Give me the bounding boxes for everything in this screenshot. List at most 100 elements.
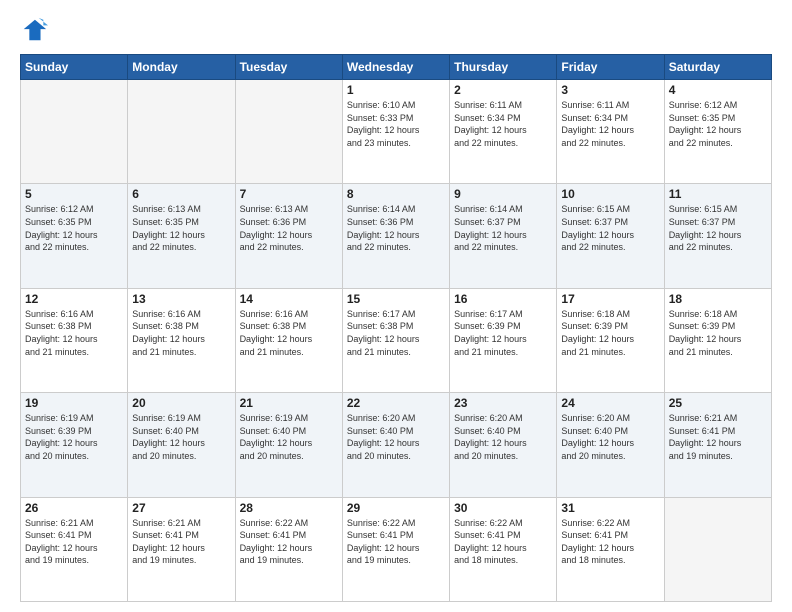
calendar-cell: 7 Sunrise: 6:13 AM Sunset: 6:36 PM Daylig… [235,184,342,288]
day-info: Sunrise: 6:19 AM Sunset: 6:40 PM Dayligh… [240,412,338,462]
calendar-cell: 29 Sunrise: 6:22 AM Sunset: 6:41 PM Dayli… [342,497,449,601]
day-info: Sunrise: 6:20 AM Sunset: 6:40 PM Dayligh… [347,412,445,462]
day-info: Sunrise: 6:22 AM Sunset: 6:41 PM Dayligh… [454,517,552,567]
calendar-cell [664,497,771,601]
day-number: 21 [240,396,338,410]
day-info: Sunrise: 6:19 AM Sunset: 6:40 PM Dayligh… [132,412,230,462]
logo-icon [20,16,48,44]
day-info: Sunrise: 6:21 AM Sunset: 6:41 PM Dayligh… [669,412,767,462]
day-info: Sunrise: 6:14 AM Sunset: 6:37 PM Dayligh… [454,203,552,253]
calendar-cell: 10 Sunrise: 6:15 AM Sunset: 6:37 PM Dayli… [557,184,664,288]
weekday-header-row: SundayMondayTuesdayWednesdayThursdayFrid… [21,55,772,80]
day-info: Sunrise: 6:12 AM Sunset: 6:35 PM Dayligh… [25,203,123,253]
week-row-3: 12 Sunrise: 6:16 AM Sunset: 6:38 PM Dayli… [21,288,772,392]
calendar-cell: 5 Sunrise: 6:12 AM Sunset: 6:35 PM Daylig… [21,184,128,288]
calendar-table: SundayMondayTuesdayWednesdayThursdayFrid… [20,54,772,602]
calendar-cell: 15 Sunrise: 6:17 AM Sunset: 6:38 PM Dayli… [342,288,449,392]
weekday-header-wednesday: Wednesday [342,55,449,80]
header [20,16,772,44]
day-number: 7 [240,187,338,201]
week-row-5: 26Sunrise: 6:21 AM Sunset: 6:41 PM Dayli… [21,497,772,601]
day-info: Sunrise: 6:14 AM Sunset: 6:36 PM Dayligh… [347,203,445,253]
day-info: Sunrise: 6:19 AM Sunset: 6:39 PM Dayligh… [25,412,123,462]
logo [20,16,52,44]
day-number: 10 [561,187,659,201]
week-row-2: 5 Sunrise: 6:12 AM Sunset: 6:35 PM Daylig… [21,184,772,288]
day-info: Sunrise: 6:16 AM Sunset: 6:38 PM Dayligh… [132,308,230,358]
calendar-cell: 20 Sunrise: 6:19 AM Sunset: 6:40 PM Dayli… [128,393,235,497]
day-info: Sunrise: 6:21 AM Sunset: 6:41 PM Dayligh… [25,517,123,567]
day-number: 25 [669,396,767,410]
day-number: 20 [132,396,230,410]
calendar-cell: 28Sunrise: 6:22 AM Sunset: 6:41 PM Dayli… [235,497,342,601]
day-number: 9 [454,187,552,201]
day-info: Sunrise: 6:18 AM Sunset: 6:39 PM Dayligh… [561,308,659,358]
day-info: Sunrise: 6:20 AM Sunset: 6:40 PM Dayligh… [561,412,659,462]
day-info: Sunrise: 6:15 AM Sunset: 6:37 PM Dayligh… [561,203,659,253]
day-info: Sunrise: 6:11 AM Sunset: 6:34 PM Dayligh… [561,99,659,149]
calendar-cell: 23Sunrise: 6:20 AM Sunset: 6:40 PM Dayli… [450,393,557,497]
day-number: 16 [454,292,552,306]
calendar-cell: 31 Sunrise: 6:22 AM Sunset: 6:41 PM Dayli… [557,497,664,601]
day-number: 24 [561,396,659,410]
day-info: Sunrise: 6:17 AM Sunset: 6:38 PM Dayligh… [347,308,445,358]
day-number: 2 [454,83,552,97]
day-info: Sunrise: 6:12 AM Sunset: 6:35 PM Dayligh… [669,99,767,149]
calendar-cell: 24 Sunrise: 6:20 AM Sunset: 6:40 PM Dayli… [557,393,664,497]
calendar-cell: 16Sunrise: 6:17 AM Sunset: 6:39 PM Dayli… [450,288,557,392]
calendar-cell: 8 Sunrise: 6:14 AM Sunset: 6:36 PM Daylig… [342,184,449,288]
weekday-header-friday: Friday [557,55,664,80]
week-row-4: 19 Sunrise: 6:19 AM Sunset: 6:39 PM Dayli… [21,393,772,497]
calendar-cell: 21 Sunrise: 6:19 AM Sunset: 6:40 PM Dayli… [235,393,342,497]
day-number: 12 [25,292,123,306]
day-number: 8 [347,187,445,201]
calendar-cell [235,80,342,184]
calendar-cell [128,80,235,184]
day-info: Sunrise: 6:21 AM Sunset: 6:41 PM Dayligh… [132,517,230,567]
day-number: 1 [347,83,445,97]
day-info: Sunrise: 6:13 AM Sunset: 6:36 PM Dayligh… [240,203,338,253]
calendar-cell: 9 Sunrise: 6:14 AM Sunset: 6:37 PM Daylig… [450,184,557,288]
calendar-cell [21,80,128,184]
calendar-cell: 2 Sunrise: 6:11 AM Sunset: 6:34 PM Daylig… [450,80,557,184]
day-info: Sunrise: 6:13 AM Sunset: 6:35 PM Dayligh… [132,203,230,253]
day-number: 18 [669,292,767,306]
day-info: Sunrise: 6:15 AM Sunset: 6:37 PM Dayligh… [669,203,767,253]
calendar-cell: 22Sunrise: 6:20 AM Sunset: 6:40 PM Dayli… [342,393,449,497]
week-row-1: 1 Sunrise: 6:10 AM Sunset: 6:33 PM Daylig… [21,80,772,184]
weekday-header-tuesday: Tuesday [235,55,342,80]
day-info: Sunrise: 6:11 AM Sunset: 6:34 PM Dayligh… [454,99,552,149]
day-number: 3 [561,83,659,97]
calendar-cell: 27 Sunrise: 6:21 AM Sunset: 6:41 PM Dayli… [128,497,235,601]
page: SundayMondayTuesdayWednesdayThursdayFrid… [0,0,792,612]
day-number: 11 [669,187,767,201]
day-number: 31 [561,501,659,515]
day-info: Sunrise: 6:10 AM Sunset: 6:33 PM Dayligh… [347,99,445,149]
day-number: 17 [561,292,659,306]
day-info: Sunrise: 6:22 AM Sunset: 6:41 PM Dayligh… [347,517,445,567]
day-info: Sunrise: 6:16 AM Sunset: 6:38 PM Dayligh… [25,308,123,358]
calendar-cell: 25 Sunrise: 6:21 AM Sunset: 6:41 PM Dayli… [664,393,771,497]
weekday-header-monday: Monday [128,55,235,80]
day-info: Sunrise: 6:22 AM Sunset: 6:41 PM Dayligh… [561,517,659,567]
weekday-header-sunday: Sunday [21,55,128,80]
calendar-cell: 1 Sunrise: 6:10 AM Sunset: 6:33 PM Daylig… [342,80,449,184]
calendar-cell: 6Sunrise: 6:13 AM Sunset: 6:35 PM Daylig… [128,184,235,288]
day-info: Sunrise: 6:22 AM Sunset: 6:41 PM Dayligh… [240,517,338,567]
day-number: 14 [240,292,338,306]
weekday-header-saturday: Saturday [664,55,771,80]
weekday-header-thursday: Thursday [450,55,557,80]
day-number: 30 [454,501,552,515]
day-info: Sunrise: 6:20 AM Sunset: 6:40 PM Dayligh… [454,412,552,462]
calendar-cell: 19 Sunrise: 6:19 AM Sunset: 6:39 PM Dayli… [21,393,128,497]
day-number: 4 [669,83,767,97]
day-number: 5 [25,187,123,201]
day-number: 29 [347,501,445,515]
calendar-cell: 11 Sunrise: 6:15 AM Sunset: 6:37 PM Dayli… [664,184,771,288]
calendar-cell: 30 Sunrise: 6:22 AM Sunset: 6:41 PM Dayli… [450,497,557,601]
day-number: 15 [347,292,445,306]
day-number: 19 [25,396,123,410]
day-number: 27 [132,501,230,515]
day-info: Sunrise: 6:18 AM Sunset: 6:39 PM Dayligh… [669,308,767,358]
calendar-cell: 26Sunrise: 6:21 AM Sunset: 6:41 PM Dayli… [21,497,128,601]
